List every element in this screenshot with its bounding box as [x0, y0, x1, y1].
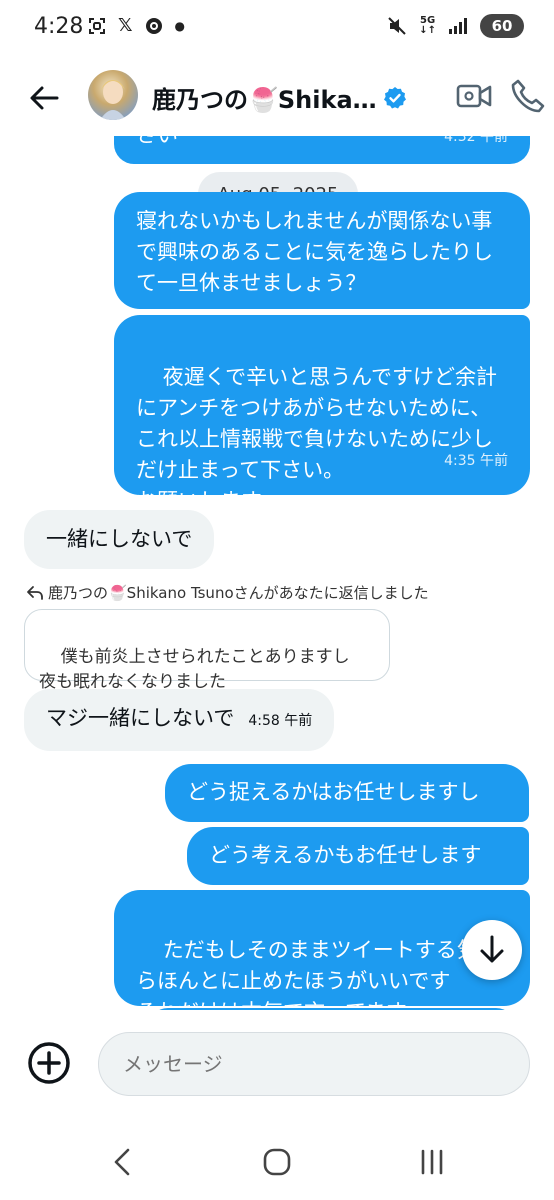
add-media-button[interactable] — [26, 1040, 72, 1086]
nav-recents-icon — [421, 1149, 443, 1175]
video-call-icon[interactable] — [456, 80, 492, 112]
scroll-to-bottom-button[interactable] — [462, 920, 522, 980]
avatar[interactable] — [88, 70, 138, 120]
back-button[interactable] — [22, 76, 66, 120]
x-app-icon: 𝕏 — [118, 15, 133, 36]
message-list[interactable]: さい 4:32 午前 Aug 05, 2025 寝れないかもしれませんが関係ない… — [0, 136, 554, 1010]
quoted-message[interactable]: 僕も前炎上させられたことありますし 夜も眠れなくなりました — [24, 609, 390, 692]
message-input[interactable] — [98, 1032, 530, 1096]
message-timestamp: 4:32 午前 — [444, 136, 508, 145]
nav-home-icon — [263, 1148, 291, 1176]
nav-back-icon — [114, 1148, 130, 1176]
network-type: 5G ↓↑ — [419, 15, 436, 36]
message-bubble-outgoing[interactable]: どう考えるかもお任せします — [187, 827, 529, 885]
message-bubble-outgoing[interactable]: どう捉えるかはお任せしますし — [165, 764, 529, 822]
status-time: 4:28 — [34, 14, 84, 39]
message-bubble-outgoing[interactable]: 夜遅くで辛いと思うんですけど余計にアンチをつけあがらせないために、これ以上情報戦… — [114, 315, 530, 513]
message-bubble-incoming[interactable]: マジ一緒にしないで 4:58 午前 — [24, 689, 335, 751]
arrow-down-icon — [480, 935, 504, 963]
message-bubble-incoming[interactable]: 一緒にしないで — [24, 510, 215, 569]
status-bar: 4:28 𝕏 ● 5G ↓↑ 60 — [0, 0, 554, 58]
system-navigation-bar — [0, 1120, 554, 1200]
back-arrow-icon — [30, 86, 59, 110]
message-composer — [0, 1010, 554, 1120]
nav-recents-button[interactable] — [410, 1142, 454, 1182]
reply-indicator: 鹿乃つの🍧Shikano Tsunoさんがあなたに返信しました — [26, 582, 429, 603]
chat-header: 鹿乃つの🍧Shika… — [0, 58, 554, 136]
notification-dot-icon: ● — [174, 18, 185, 33]
threads-app-icon — [145, 17, 162, 34]
message-bubble-outgoing[interactable]: 寝れないかもしれませんが関係ない事で興味のあることに気を逸らしたりして一旦休ませ… — [114, 192, 530, 309]
signal-icon — [449, 18, 467, 34]
nav-back-button[interactable] — [100, 1142, 144, 1182]
message-timestamp: 4:35 午前 — [444, 453, 508, 469]
phone-call-icon[interactable] — [510, 78, 546, 114]
message-bubble-outgoing[interactable]: さい 4:32 午前 — [114, 136, 530, 164]
message-timestamp: 4:58 午前 — [248, 713, 313, 729]
verified-badge-icon — [383, 86, 407, 110]
chat-title[interactable]: 鹿乃つの🍧Shika… — [152, 80, 407, 115]
reply-arrow-icon — [27, 585, 43, 600]
battery-indicator: 60 — [480, 14, 524, 38]
nav-home-button[interactable] — [255, 1142, 299, 1182]
screenshot-icon — [89, 17, 105, 34]
mute-icon — [388, 17, 406, 35]
